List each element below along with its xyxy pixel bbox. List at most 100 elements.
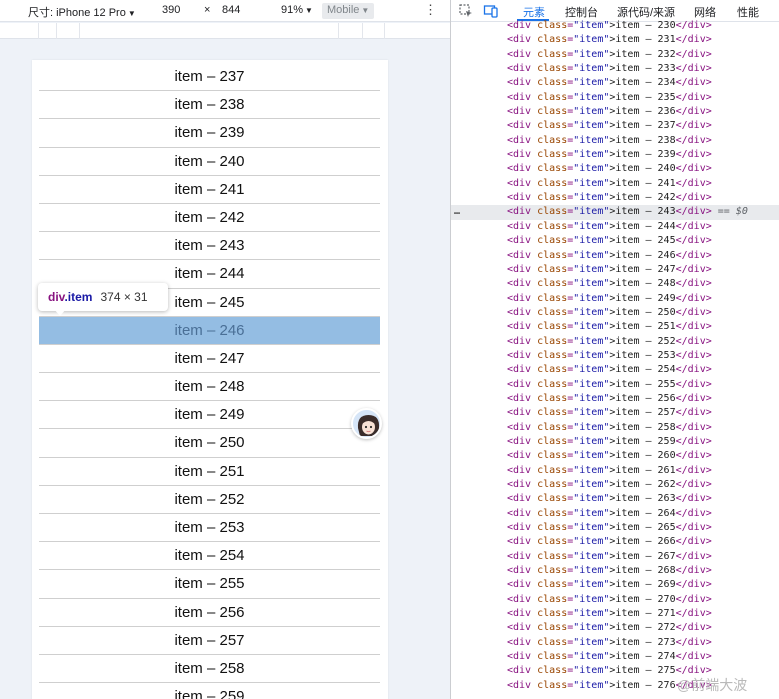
- dom-node-line[interactable]: <div class="item">item – 253</div>: [451, 349, 779, 363]
- dom-node-line[interactable]: <div class="item">item – 271</div>: [451, 607, 779, 621]
- tab-network[interactable]: 网络: [694, 4, 716, 20]
- node-menu-icon[interactable]: …: [454, 205, 460, 219]
- dom-node-line[interactable]: <div class="item">item – 231</div>: [451, 33, 779, 47]
- dom-node-line[interactable]: <div class="item">item – 267</div>: [451, 550, 779, 564]
- dom-node-line[interactable]: <div class="item">item – 248</div>: [451, 277, 779, 291]
- dom-node-line[interactable]: <div class="item">item – 239</div>: [451, 148, 779, 162]
- attr-value: "item": [573, 593, 610, 605]
- dom-node-line[interactable]: <div class="item">item – 234</div>: [451, 76, 779, 90]
- attr-name: class: [537, 77, 568, 89]
- dom-node-line[interactable]: <div class="item">item – 240</div>: [451, 162, 779, 176]
- dom-node-line[interactable]: <div class="item">item – 242</div>: [451, 191, 779, 205]
- dom-node-line[interactable]: <div class="item">item – 265</div>: [451, 521, 779, 535]
- attr-value: "item": [573, 220, 610, 232]
- dom-node-line[interactable]: <div class="item">item – 257</div>: [451, 406, 779, 420]
- list-item[interactable]: item – 253: [39, 514, 380, 543]
- dom-node-line[interactable]: <div class="item">item – 262</div>: [451, 478, 779, 492]
- list-item[interactable]: item – 254: [39, 542, 380, 571]
- dom-node-line[interactable]: <div class="item">item – 254</div>: [451, 363, 779, 377]
- node-text: >item – 274: [609, 651, 676, 663]
- device-dimensions-dropdown[interactable]: 尺寸: iPhone 12 Pro ▼: [28, 4, 136, 20]
- node-text: >item – 256: [609, 392, 676, 404]
- zoom-dropdown[interactable]: 91% ▼: [281, 4, 313, 16]
- tag-close: </div>: [675, 349, 712, 361]
- list-item[interactable]: item – 258: [39, 655, 380, 684]
- tab-performance[interactable]: 性能: [737, 4, 759, 20]
- attr-name: class: [537, 479, 568, 490]
- avatar-icon[interactable]: [351, 408, 382, 439]
- list-item[interactable]: item – 241: [39, 176, 380, 204]
- dom-node-line[interactable]: <div class="item">item – 236</div>: [451, 105, 779, 119]
- attr-name: class: [537, 63, 568, 75]
- attr-value: "item": [573, 608, 610, 620]
- dom-node-line[interactable]: <div class="item">item – 252</div>: [451, 335, 779, 349]
- height-input[interactable]: 844: [222, 4, 240, 16]
- dom-node-line[interactable]: <div class="item">item – 263</div>: [451, 492, 779, 506]
- attr-value: "item": [573, 349, 610, 361]
- dom-node-line[interactable]: <div class="item">item – 259</div>: [451, 435, 779, 449]
- tab-elements[interactable]: 元素: [523, 4, 545, 20]
- list-item[interactable]: item – 250: [39, 429, 380, 458]
- dom-node-line[interactable]: <div class="item">item – 249</div>: [451, 292, 779, 306]
- list-item[interactable]: item – 255: [39, 570, 380, 599]
- node-text: >item – 243: [609, 206, 676, 218]
- list-item[interactable]: item – 237: [39, 63, 380, 92]
- list-item[interactable]: item – 252: [39, 486, 380, 514]
- device-viewport[interactable]: item – 237 item – 238 item – 239 item – 240…: [32, 60, 388, 699]
- dom-node-line[interactable]: <div class="item">item – 238</div>: [451, 134, 779, 148]
- dom-node-line[interactable]: <div class="item">item – 270</div>: [451, 593, 779, 607]
- list-item[interactable]: item – 257: [39, 627, 380, 655]
- dom-node-line[interactable]: <div class="item">item – 250</div>: [451, 306, 779, 320]
- list-item[interactable]: item – 242: [39, 204, 380, 233]
- dom-node-line[interactable]: <div class="item">item – 272</div>: [451, 621, 779, 635]
- dom-node-line[interactable]: <div class="item">item – 258</div>: [451, 421, 779, 435]
- dom-node-line[interactable]: … <div class="item">item – 243</div> == $…: [451, 205, 779, 220]
- dom-node-line[interactable]: <div class="item">item – 235</div>: [451, 91, 779, 105]
- media-query-ruler[interactable]: [0, 23, 450, 39]
- dom-node-line[interactable]: <div class="item">item – 273</div>: [451, 636, 779, 650]
- list-item[interactable]: item – 251: [39, 458, 380, 486]
- attr-value: "item": [573, 106, 610, 118]
- attr-name: class: [537, 134, 568, 146]
- list-item[interactable]: item – 259: [39, 683, 380, 699]
- dom-node-line[interactable]: <div class="item">item – 246</div>: [451, 249, 779, 263]
- dom-node-line[interactable]: <div class="item">item – 232</div>: [451, 48, 779, 62]
- dom-node-line[interactable]: <div class="item">item – 261</div>: [451, 464, 779, 478]
- dom-node-line[interactable]: <div class="item">item – 268</div>: [451, 564, 779, 578]
- list-item[interactable]: item – 249: [39, 401, 380, 430]
- dom-node-line[interactable]: <div class="item">item – 237</div>: [451, 119, 779, 133]
- tab-console[interactable]: 控制台: [565, 4, 598, 20]
- tag-close: </div>: [675, 493, 712, 505]
- list-item[interactable]: item – 240: [39, 148, 380, 176]
- dom-node-line[interactable]: <div class="item">item – 266</div>: [451, 535, 779, 549]
- dom-node-line[interactable]: <div class="item">item – 260</div>: [451, 449, 779, 463]
- dom-node-line[interactable]: <div class="item">item – 255</div>: [451, 378, 779, 392]
- list-item[interactable]: item – 256: [39, 599, 380, 627]
- list-item[interactable]: item – 248: [39, 373, 380, 402]
- dom-node-line[interactable]: <div class="item">item – 269</div>: [451, 578, 779, 592]
- dom-node-line[interactable]: <div class="item">item – 251</div>: [451, 320, 779, 334]
- tooltip-class: .item: [64, 290, 93, 304]
- tag-open: <div: [507, 679, 538, 691]
- dom-node-line[interactable]: <div class="item">item – 247</div>: [451, 263, 779, 277]
- tab-sources[interactable]: 源代码/来源: [617, 4, 675, 20]
- dom-node-line[interactable]: <div class="item">item – 264</div>: [451, 507, 779, 521]
- dom-node-line[interactable]: <div class="item">item – 230</div>: [451, 19, 779, 33]
- dom-node-line[interactable]: <div class="item">item – 245</div>: [451, 234, 779, 248]
- node-text: >item – 245: [609, 235, 676, 247]
- device-type-dropdown[interactable]: Mobile ▼: [322, 3, 375, 19]
- dom-node-line[interactable]: <div class="item">item – 244</div>: [451, 220, 779, 234]
- more-icon[interactable]: ⋮: [424, 2, 437, 18]
- list-item[interactable]: item – 238: [39, 91, 380, 120]
- inspect-icon[interactable]: [458, 3, 474, 19]
- list-item[interactable]: item – 239: [39, 119, 380, 148]
- dom-node-line[interactable]: <div class="item">item – 241</div>: [451, 177, 779, 191]
- device-toggle-icon[interactable]: [483, 3, 499, 19]
- width-input[interactable]: 390: [162, 4, 180, 16]
- dom-node-line[interactable]: <div class="item">item – 274</div>: [451, 650, 779, 664]
- dom-node-line[interactable]: <div class="item">item – 233</div>: [451, 62, 779, 76]
- dom-node-line[interactable]: <div class="item">item – 256</div>: [451, 392, 779, 406]
- list-item[interactable]: item – 246: [39, 316, 380, 345]
- list-item[interactable]: item – 243: [39, 232, 380, 261]
- list-item[interactable]: item – 247: [39, 345, 380, 374]
